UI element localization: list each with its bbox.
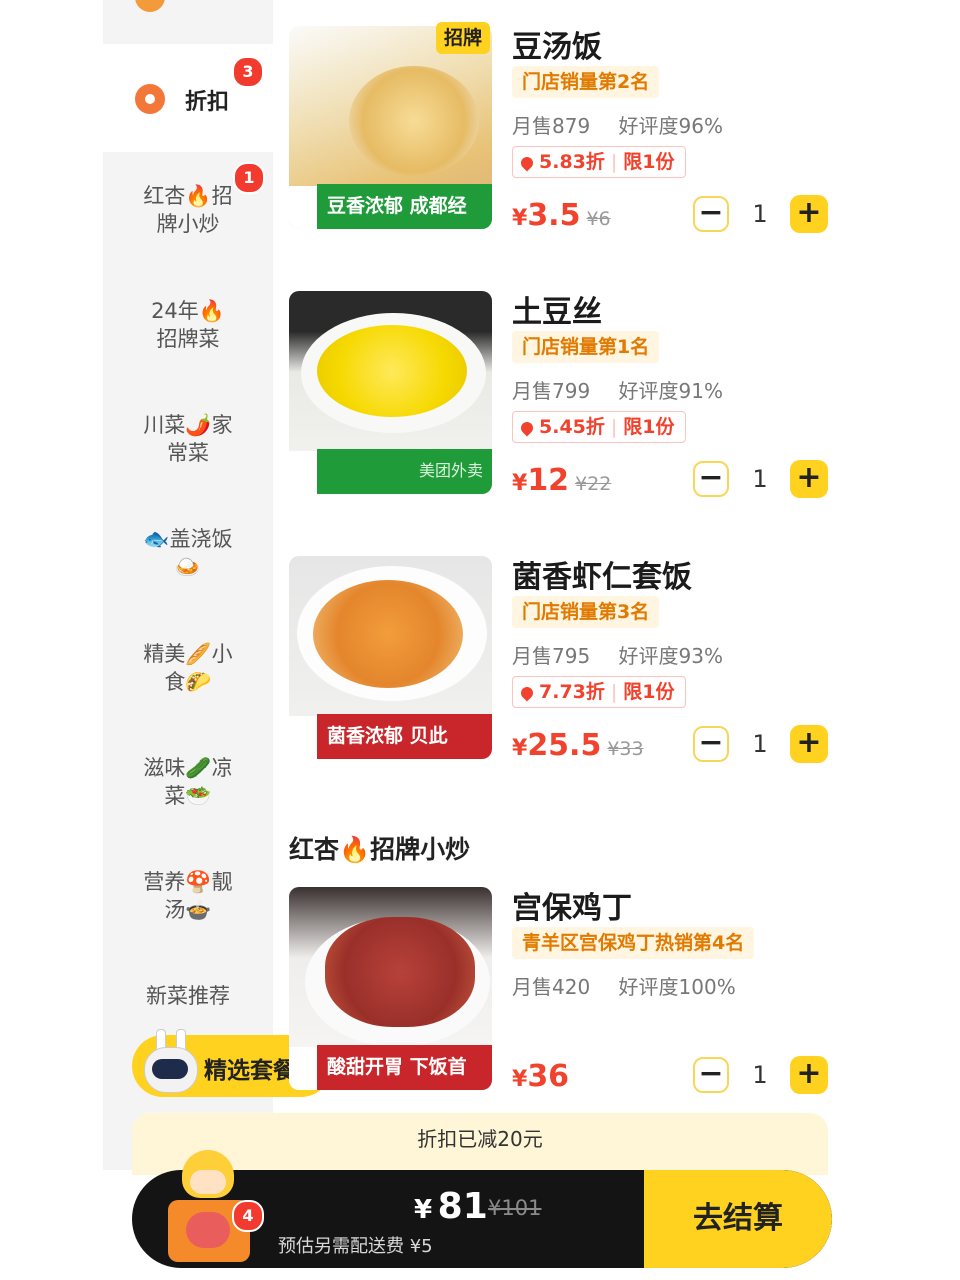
- dish-stats: 月售799 好评度91%: [512, 375, 723, 404]
- sidebar-item-label: 营养🍄靓汤🍲: [143, 870, 233, 922]
- dish-image[interactable]: 酸甜开胃 下饭首: [289, 887, 492, 1090]
- rating: 好评度100%: [618, 975, 736, 999]
- dish-name: 宫保鸡丁: [512, 891, 632, 926]
- delivery-fee-note: 预估另需配送费 ¥5: [278, 1236, 433, 1257]
- monthly-sales: 月售420: [512, 975, 591, 999]
- sidebar-item-sichuan[interactable]: 川菜🌶️家常菜: [103, 411, 273, 467]
- cart-total: ¥ 81: [414, 1186, 488, 1227]
- monthly-sales: 月售795: [512, 644, 591, 668]
- decrease-quantity-button[interactable]: −: [693, 461, 729, 497]
- original-price: ¥22: [575, 473, 612, 495]
- sidebar-item-signature-24[interactable]: 24年🔥招牌菜: [103, 297, 273, 353]
- discount-tag-icon: [135, 84, 165, 114]
- sidebar-item-rice-bowl[interactable]: 🐟盖浇饭🍛: [103, 525, 273, 581]
- sidebar-top-item[interactable]: [103, 0, 273, 44]
- discount-count-badge: 3: [232, 56, 264, 88]
- decrease-quantity-button[interactable]: −: [693, 726, 729, 762]
- original-price: ¥6: [586, 208, 611, 230]
- dish-image-banner: 美团外卖: [419, 461, 484, 480]
- original-price: ¥33: [607, 738, 644, 760]
- increase-quantity-button[interactable]: +: [790, 1056, 828, 1094]
- checkout-button[interactable]: 去结算: [644, 1170, 832, 1268]
- quantity-value: 1: [752, 465, 768, 493]
- sales-rank-badge: 门店销量第3名: [512, 596, 660, 628]
- sidebar-item-label: 24年🔥招牌菜: [151, 299, 225, 351]
- dish-name: 豆汤饭: [512, 30, 602, 65]
- rating: 好评度96%: [618, 114, 723, 138]
- sidebar-item-new[interactable]: 新菜推荐: [103, 982, 273, 1010]
- dish-image[interactable]: 豆香浓郁 成都经: [289, 26, 492, 229]
- sidebar-item-discount-active[interactable]: 折扣 3: [103, 44, 273, 152]
- sidebar-item-snacks[interactable]: 精美🥖小食🌮: [103, 640, 273, 696]
- dish-name: 土豆丝: [512, 295, 602, 330]
- discount-badge: 7.73折 | 限1份: [512, 676, 686, 708]
- featured-set-label: 精选套餐: [204, 1058, 296, 1084]
- dish-stats: 月售879 好评度96%: [512, 110, 723, 139]
- dish-price: ¥36: [512, 1059, 570, 1094]
- monthly-sales: 月售879: [512, 114, 591, 138]
- quantity-value: 1: [752, 1061, 768, 1089]
- dish-stats: 月售420 好评度100%: [512, 971, 736, 1000]
- sidebar-item-label: 折扣: [185, 90, 230, 115]
- cart-original-total: ¥101: [488, 1196, 542, 1220]
- discount-badge: 5.83折 | 限1份: [512, 146, 686, 178]
- discount-tag-icon: [518, 684, 536, 702]
- increase-quantity-button[interactable]: +: [790, 725, 828, 763]
- sidebar-item-label: 新菜推荐: [146, 984, 230, 1008]
- discount-tag-icon: [518, 154, 536, 172]
- quantity-value: 1: [752, 200, 768, 228]
- dish-image-banner: 酸甜开胃 下饭首: [317, 1045, 492, 1090]
- cart-count-badge: 4: [232, 1200, 264, 1232]
- dish-stats: 月售795 好评度93%: [512, 640, 723, 669]
- robot-mascot-icon: [140, 1029, 200, 1095]
- dish-name: 菌香虾仁套饭: [512, 560, 692, 595]
- monthly-sales: 月售799: [512, 379, 591, 403]
- sidebar-item-label: 川菜🌶️家常菜: [143, 413, 233, 465]
- increase-quantity-button[interactable]: +: [790, 195, 828, 233]
- discount-applied-text: 折扣已减20元: [417, 1127, 543, 1151]
- sales-rank-badge: 门店销量第1名: [512, 331, 660, 363]
- rating: 好评度93%: [618, 644, 723, 668]
- section-title: 红杏🔥招牌小炒: [289, 835, 471, 864]
- sidebar-item-label: 🐟盖浇饭🍛: [143, 527, 233, 579]
- dish-image[interactable]: 美团外卖: [289, 291, 492, 494]
- rating: 好评度91%: [618, 379, 723, 403]
- dish-price: ¥12 ¥22: [512, 463, 612, 498]
- category-icon: [135, 0, 165, 12]
- sidebar-item-label: 精美🥖小食🌮: [143, 642, 233, 694]
- decrease-quantity-button[interactable]: −: [693, 196, 729, 232]
- dish-price: ¥3.5 ¥6: [512, 198, 611, 233]
- sales-rank-badge: 门店销量第2名: [512, 66, 660, 98]
- discount-badge: 5.45折 | 限1份: [512, 411, 686, 443]
- sales-rank-badge: 青羊区宫保鸡丁热销第4名: [512, 927, 755, 959]
- sidebar-item-hongxing[interactable]: 红杏🔥招牌小炒 1: [103, 162, 273, 238]
- decrease-quantity-button[interactable]: −: [693, 1057, 729, 1093]
- dish-image[interactable]: 菌香浓郁 贝此: [289, 556, 492, 759]
- sidebar-item-label: 滋味🥒凉菜🥗: [143, 756, 233, 808]
- dish-image-banner: 豆香浓郁 成都经: [317, 184, 492, 229]
- category-count-badge: 1: [233, 162, 265, 194]
- dish-image-banner: 菌香浓郁 贝此: [317, 714, 492, 759]
- dish-price: ¥25.5 ¥33: [512, 728, 644, 763]
- quantity-value: 1: [752, 730, 768, 758]
- increase-quantity-button[interactable]: +: [790, 460, 828, 498]
- sidebar-item-cold-dishes[interactable]: 滋味🥒凉菜🥗: [103, 754, 273, 810]
- signature-tag: 招牌: [436, 22, 491, 54]
- sidebar-item-soup[interactable]: 营养🍄靓汤🍲: [103, 868, 273, 924]
- discount-tag-icon: [518, 419, 536, 437]
